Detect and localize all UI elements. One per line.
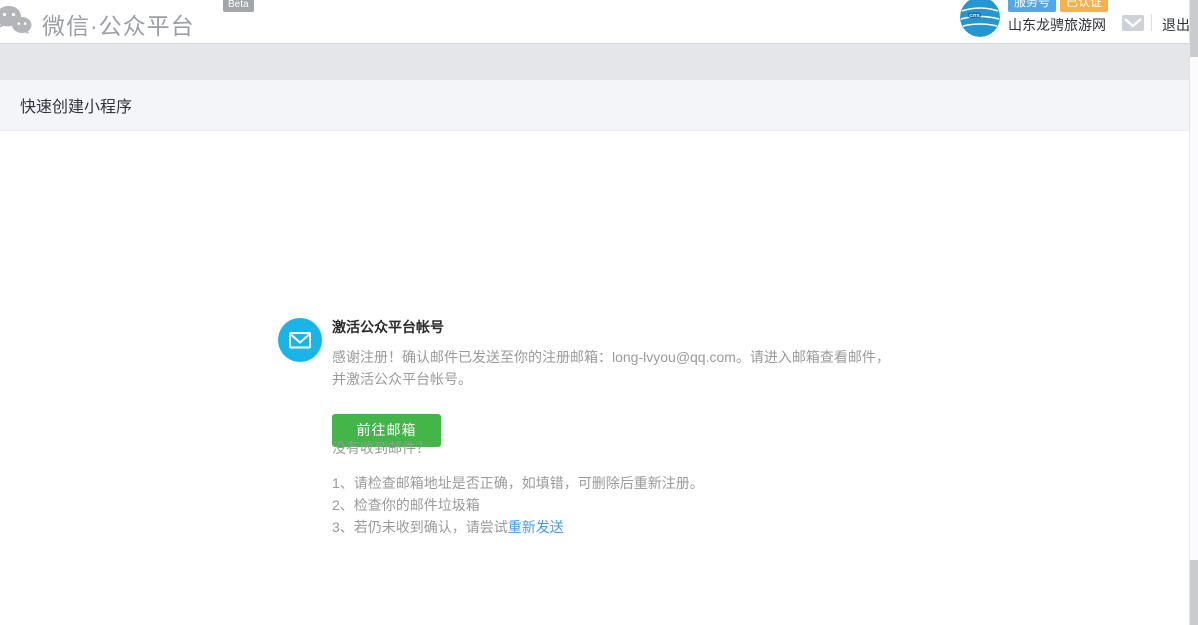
activation-panel: 激活公众平台帐号 感谢注册！确认邮件已发送至你的注册邮箱：long-lvyou@… [332, 317, 952, 447]
message-prefix: 感谢注册！确认邮件已发送至你的注册邮箱： [332, 349, 612, 365]
vertical-scrollbar[interactable] [1189, 0, 1198, 625]
scrollbar-thumb[interactable] [1190, 0, 1198, 57]
help-section: 没有收到邮件？ 1、请检查邮箱地址是否正确，如填错，可删除后重新注册。 2、检查… [332, 438, 704, 538]
beta-badge: Beta [223, 0, 254, 12]
section-bar: 快速创建小程序 [0, 80, 1198, 131]
wechat-logo-icon [0, 4, 32, 44]
sub-header-band [0, 43, 1198, 80]
wechat-mp-logo[interactable]: 微信·公众平台 [0, 4, 195, 44]
svg-text:CITS: CITS [969, 13, 979, 18]
activation-message: 感谢注册！确认邮件已发送至你的注册邮箱：long-lvyou@qq.com。请进… [332, 346, 952, 390]
page: 微信·公众平台 Beta CITS 服务号 已认证 山东龙骋旅游网 [0, 0, 1198, 625]
help-item-text: 3、若仍未收到确认，请尝试 [332, 519, 508, 535]
registered-email: long-lvyou@qq.com [612, 349, 736, 365]
activation-heading: 激活公众平台帐号 [332, 317, 952, 337]
scrollbar-bottom-segment[interactable] [1190, 560, 1198, 625]
account-badges: 服务号 已认证 [1008, 0, 1108, 12]
message-suffix: 。请进入邮箱查看邮件， [736, 349, 890, 365]
help-item: 2、检查你的邮件垃圾箱 [332, 494, 704, 516]
page-title: 快速创建小程序 [20, 93, 132, 117]
messages-envelope-icon[interactable] [1122, 15, 1144, 31]
account-avatar[interactable]: CITS [960, 0, 1000, 37]
account-name[interactable]: 山东龙骋旅游网 [1008, 15, 1106, 35]
service-account-badge: 服务号 [1008, 0, 1056, 12]
logo-title: 微信·公众平台 [42, 7, 195, 41]
help-item: 3、若仍未收到确认，请尝试重新发送 [332, 516, 704, 538]
top-header: 微信·公众平台 Beta CITS 服务号 已认证 山东龙骋旅游网 [0, 0, 1198, 43]
help-title: 没有收到邮件？ [332, 438, 704, 458]
resend-link[interactable]: 重新发送 [508, 519, 564, 535]
mail-icon [278, 318, 322, 362]
help-item: 1、请检查邮箱地址是否正确，如填错，可删除后重新注册。 [332, 472, 704, 494]
header-divider [1151, 14, 1152, 31]
verified-badge: 已认证 [1060, 0, 1108, 12]
logout-link[interactable]: 退出 [1162, 15, 1190, 35]
message-line2: 并激活公众平台帐号。 [332, 371, 472, 387]
